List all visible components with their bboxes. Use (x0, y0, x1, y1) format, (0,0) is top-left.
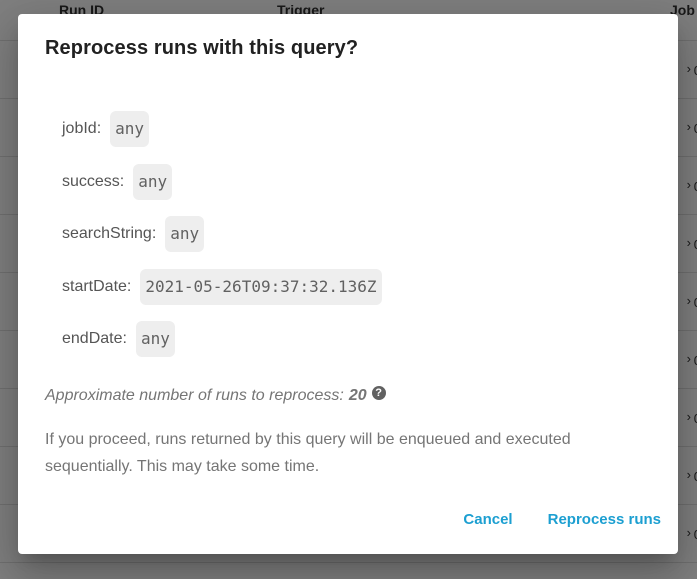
query-list: jobId: any success: any searchString: an… (62, 110, 382, 373)
proceed-warning-text: If you proceed, runs returned by this qu… (45, 431, 571, 475)
question-circle-icon[interactable]: ? (371, 386, 386, 400)
query-value: any (133, 163, 173, 200)
reprocess-runs-button[interactable]: Reprocess runs (548, 503, 661, 536)
query-key: endDate: (62, 330, 127, 347)
query-value: any (110, 111, 150, 147)
approx-count: 20 (348, 387, 367, 404)
dialog-title: Reprocess runs with this query? (45, 37, 359, 59)
approx-run-count: Approximate number of runs to reprocess:… (45, 386, 386, 405)
query-key: searchString: (62, 225, 157, 242)
query-row-startdate: startDate: 2021-05-26T09:37:32.136Z (62, 268, 382, 306)
query-key: success: (62, 172, 125, 190)
query-row-searchstring: searchString: any (62, 215, 382, 253)
query-key: jobId: (62, 120, 102, 137)
query-value: 2021-05-26T09:37:32.136Z (140, 268, 382, 305)
query-row-enddate: endDate: any (62, 320, 382, 358)
query-row-jobid: jobId: any (62, 110, 382, 148)
query-value: any (135, 321, 175, 357)
approx-label: Approximate number of runs to reprocess: (45, 387, 344, 404)
reprocess-dialog: Reprocess runs with this query? jobId: a… (18, 14, 678, 554)
dialog-actions: Cancel Reprocess runs (463, 503, 661, 536)
query-row-success: success: any (62, 163, 382, 201)
query-key: startDate: (62, 277, 132, 295)
cancel-button[interactable]: Cancel (463, 503, 512, 536)
query-value: any (165, 216, 205, 252)
